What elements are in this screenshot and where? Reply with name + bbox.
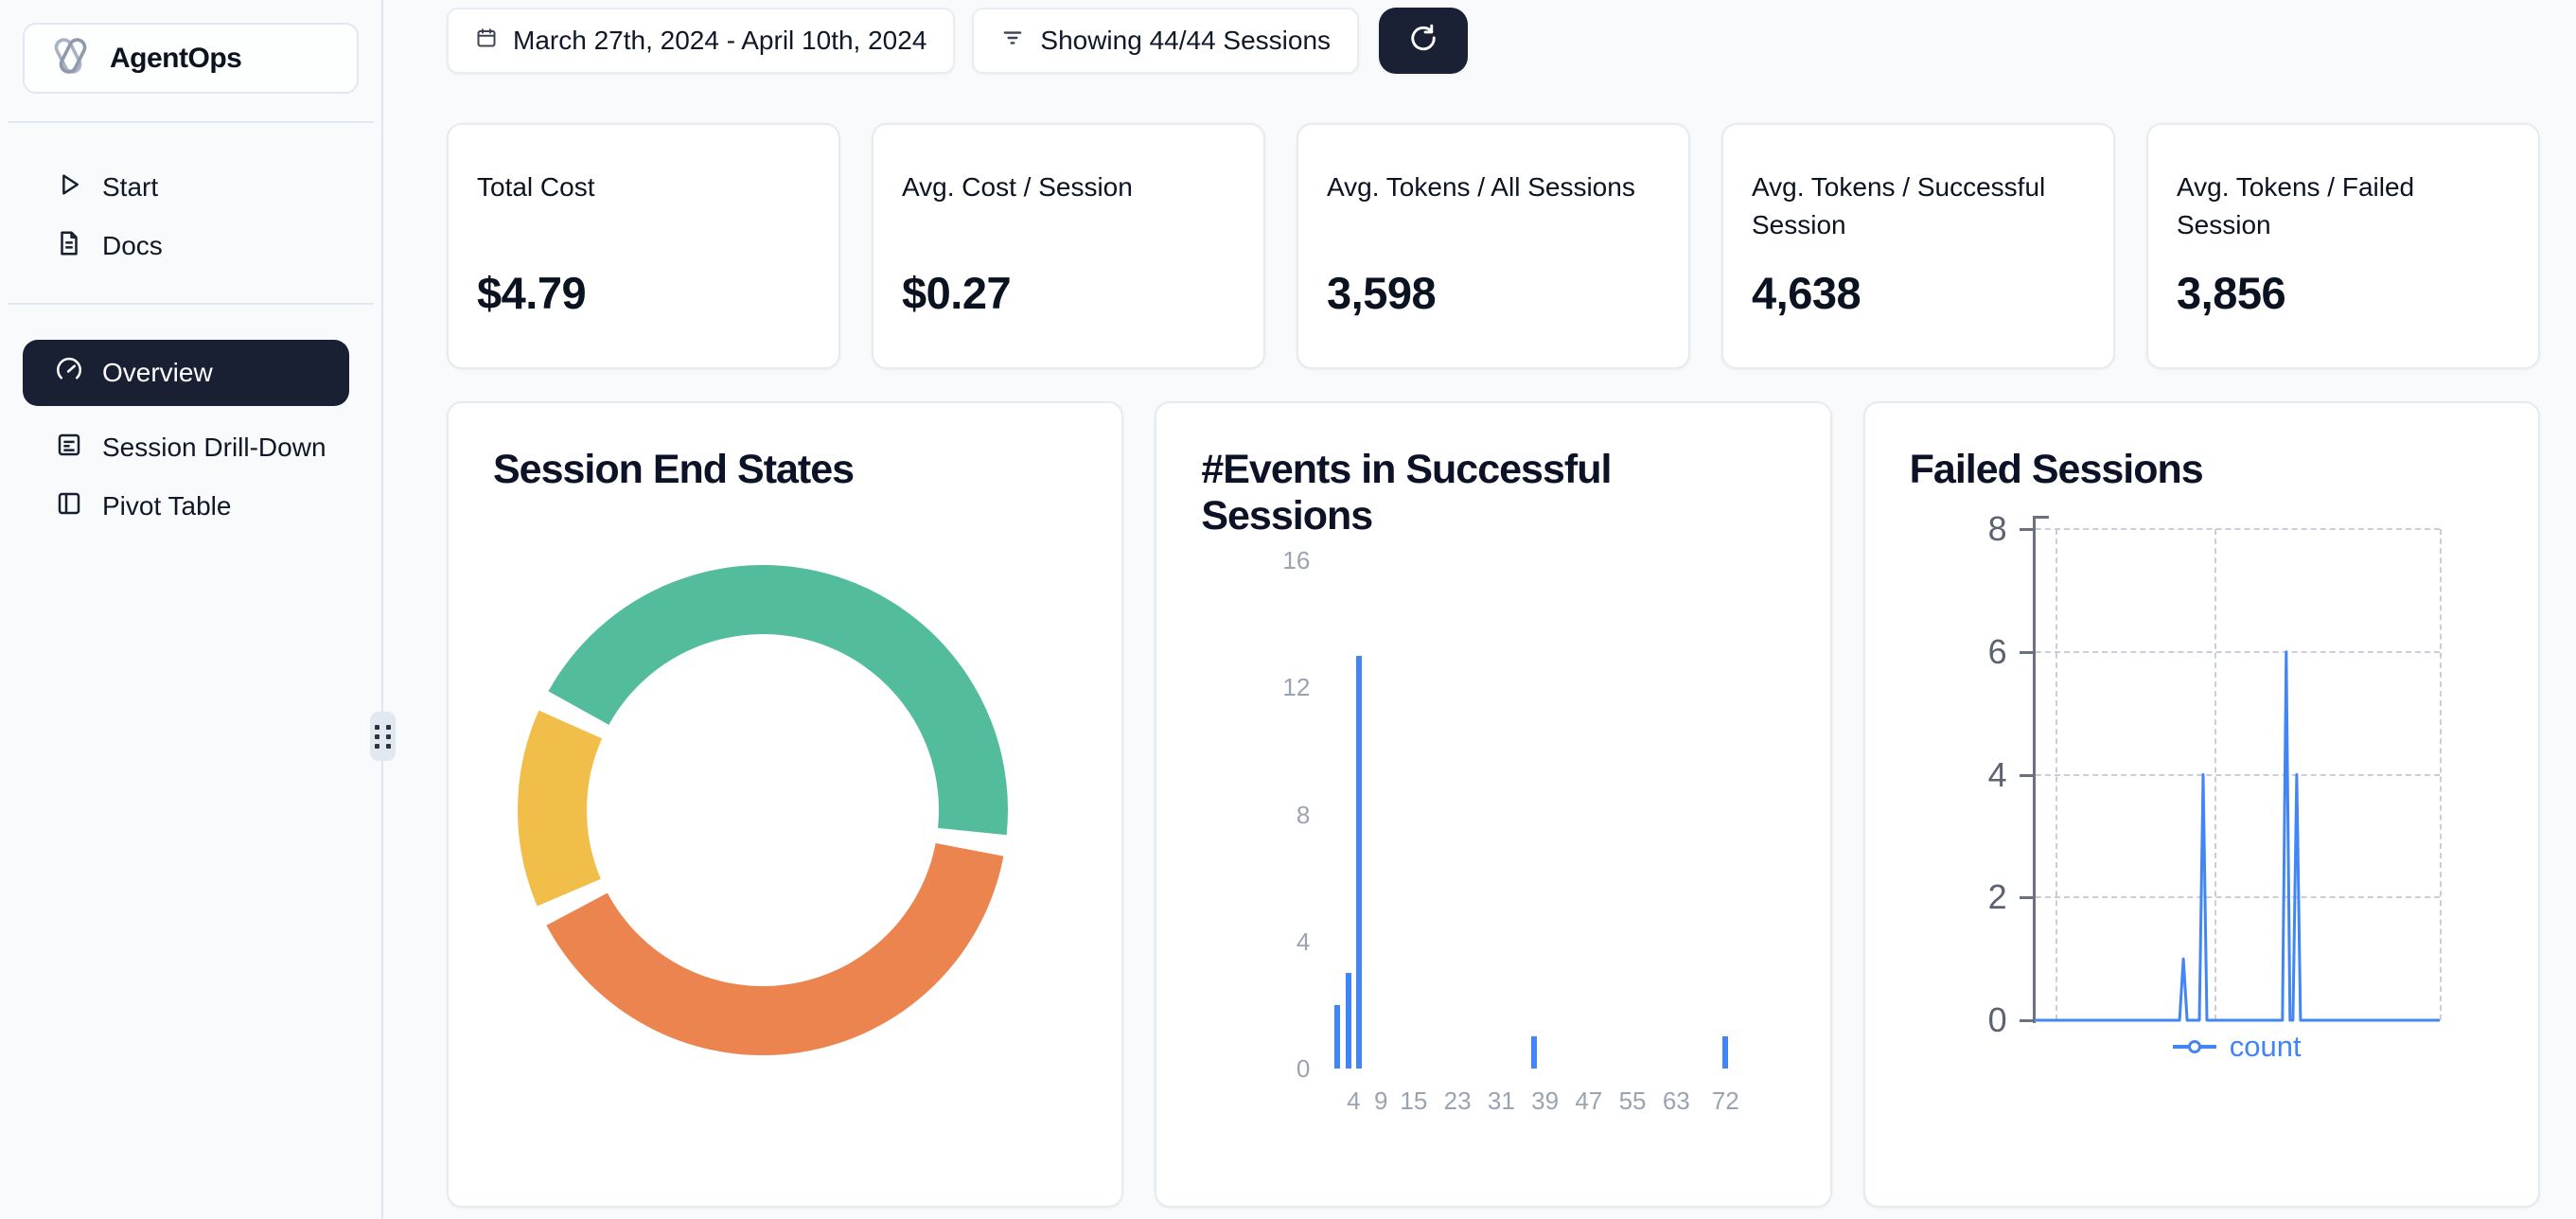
line-legend: count bbox=[2035, 1030, 2440, 1064]
document-icon bbox=[55, 229, 83, 264]
donut-segment-indeterminate bbox=[553, 725, 571, 893]
filter-icon bbox=[1000, 26, 1025, 57]
stat-value: 3,598 bbox=[1327, 267, 1436, 319]
sidebar: AgentOps Start bbox=[0, 0, 383, 1219]
sidebar-item-overview[interactable]: Overview bbox=[23, 340, 349, 406]
session-end-states-card: Session End States Success Fail Indeterm… bbox=[447, 401, 1123, 1208]
stat-label: Avg. Tokens / Successful Session bbox=[1752, 168, 2064, 244]
columns-icon bbox=[55, 489, 83, 524]
stat-value: 4,638 bbox=[1752, 267, 1861, 319]
session-filter-label: Showing 44/44 Sessions bbox=[1040, 26, 1331, 56]
histogram-bar bbox=[1531, 1036, 1537, 1069]
sidebar-item-label: Session Drill-Down bbox=[102, 433, 326, 463]
gauge-icon bbox=[55, 356, 83, 391]
date-range-button[interactable]: March 27th, 2024 - April 10th, 2024 bbox=[447, 8, 955, 74]
stat-label: Avg. Tokens / Failed Session bbox=[2177, 168, 2489, 244]
y-tick-label: 8 bbox=[1242, 800, 1310, 830]
y-tick-mark bbox=[2020, 528, 2033, 531]
refresh-icon bbox=[1406, 21, 1440, 62]
stat-value: $0.27 bbox=[902, 267, 1011, 319]
y-tick-mark bbox=[2020, 896, 2033, 899]
play-icon bbox=[55, 170, 83, 205]
sidebar-nav-main: Overview Session Drill-Down bbox=[0, 305, 381, 536]
charts-row: Session End States Success Fail Indeterm… bbox=[447, 401, 2540, 1208]
legend-label: count bbox=[2230, 1030, 2302, 1064]
stat-card-avg-tokens-all: Avg. Tokens / All Sessions 3,598 bbox=[1297, 123, 1690, 369]
sidebar-item-label: Overview bbox=[102, 358, 213, 388]
refresh-button[interactable] bbox=[1379, 8, 1468, 74]
y-tick-label: 6 bbox=[1947, 633, 2007, 671]
stat-label: Avg. Cost / Session bbox=[902, 168, 1214, 206]
stat-card-total-cost: Total Cost $4.79 bbox=[447, 123, 840, 369]
legend-line-marker-icon bbox=[2173, 1038, 2216, 1055]
stats-row: Total Cost $4.79 Avg. Cost / Session $0.… bbox=[447, 123, 2540, 369]
y-tick-label: 0 bbox=[1242, 1053, 1310, 1084]
y-tick-label: 4 bbox=[1947, 756, 2007, 794]
y-tick-mark bbox=[2020, 774, 2033, 777]
x-tick-label: 72 bbox=[1691, 1086, 1759, 1116]
y-tick-label: 4 bbox=[1242, 927, 1310, 957]
y-tick-label: 2 bbox=[1947, 878, 2007, 916]
calendar-icon bbox=[475, 26, 498, 56]
toolbar: March 27th, 2024 - April 10th, 2024 Show… bbox=[447, 8, 2540, 74]
sidebar-item-pivot-table[interactable]: Pivot Table bbox=[0, 477, 381, 536]
sidebar-item-label: Start bbox=[102, 172, 158, 203]
grip-dots-icon bbox=[375, 725, 391, 749]
stat-card-avg-cost-session: Avg. Cost / Session $0.27 bbox=[872, 123, 1265, 369]
stat-value: $4.79 bbox=[477, 267, 586, 319]
y-tick-mark bbox=[2020, 651, 2033, 654]
chart-title: Failed Sessions bbox=[1910, 447, 2203, 493]
donut-segment-fail bbox=[577, 850, 970, 1021]
brand-name: AgentOps bbox=[110, 43, 241, 75]
date-range-label: March 27th, 2024 - April 10th, 2024 bbox=[513, 26, 926, 56]
list-icon bbox=[55, 431, 83, 466]
session-filter-button[interactable]: Showing 44/44 Sessions bbox=[972, 8, 1359, 74]
events-histogram-card: #Events in Successful Sessions 048121649… bbox=[1155, 401, 1831, 1208]
stat-value: 3,856 bbox=[2177, 267, 2285, 319]
sidebar-nav-top: Start Docs bbox=[0, 123, 381, 275]
y-tick-mark bbox=[2020, 1019, 2033, 1022]
histogram-bar bbox=[1346, 973, 1351, 1069]
sidebar-resize-handle[interactable] bbox=[370, 712, 396, 761]
sidebar-item-session-drill-down[interactable]: Session Drill-Down bbox=[0, 418, 381, 477]
paperclip-logo-icon bbox=[47, 34, 93, 82]
sidebar-item-label: Docs bbox=[102, 231, 163, 261]
failed-sessions-line-chart bbox=[2035, 518, 2442, 1023]
y-tick-label: 12 bbox=[1242, 672, 1310, 702]
donut-segment-success bbox=[578, 599, 973, 831]
stat-label: Total Cost bbox=[477, 168, 789, 206]
histogram-bar bbox=[1356, 656, 1362, 1069]
sidebar-item-label: Pivot Table bbox=[102, 491, 231, 521]
stat-card-avg-tokens-successful: Avg. Tokens / Successful Session 4,638 bbox=[1721, 123, 2115, 369]
sidebar-item-docs[interactable]: Docs bbox=[0, 217, 381, 275]
sidebar-item-start[interactable]: Start bbox=[0, 158, 381, 217]
chart-title: #Events in Successful Sessions bbox=[1201, 447, 1750, 540]
histogram-bar bbox=[1722, 1036, 1728, 1069]
app-root: AgentOps Start bbox=[0, 0, 2576, 1219]
y-tick-label: 0 bbox=[1947, 1001, 2007, 1039]
y-tick-label: 16 bbox=[1242, 545, 1310, 575]
y-tick-label: 8 bbox=[1947, 510, 2007, 548]
failed-sessions-card: Failed Sessions count 0 2 4 6 8 bbox=[1863, 401, 2540, 1208]
stat-label: Avg. Tokens / All Sessions bbox=[1327, 168, 1639, 206]
brand-logo[interactable]: AgentOps bbox=[23, 23, 359, 94]
main-content: March 27th, 2024 - April 10th, 2024 Show… bbox=[383, 0, 2576, 1219]
count-series-line bbox=[2035, 652, 2440, 1020]
histogram-bar bbox=[1334, 1005, 1340, 1069]
stat-card-avg-tokens-failed: Avg. Tokens / Failed Session 3,856 bbox=[2146, 123, 2540, 369]
donut-chart bbox=[449, 403, 1123, 1208]
